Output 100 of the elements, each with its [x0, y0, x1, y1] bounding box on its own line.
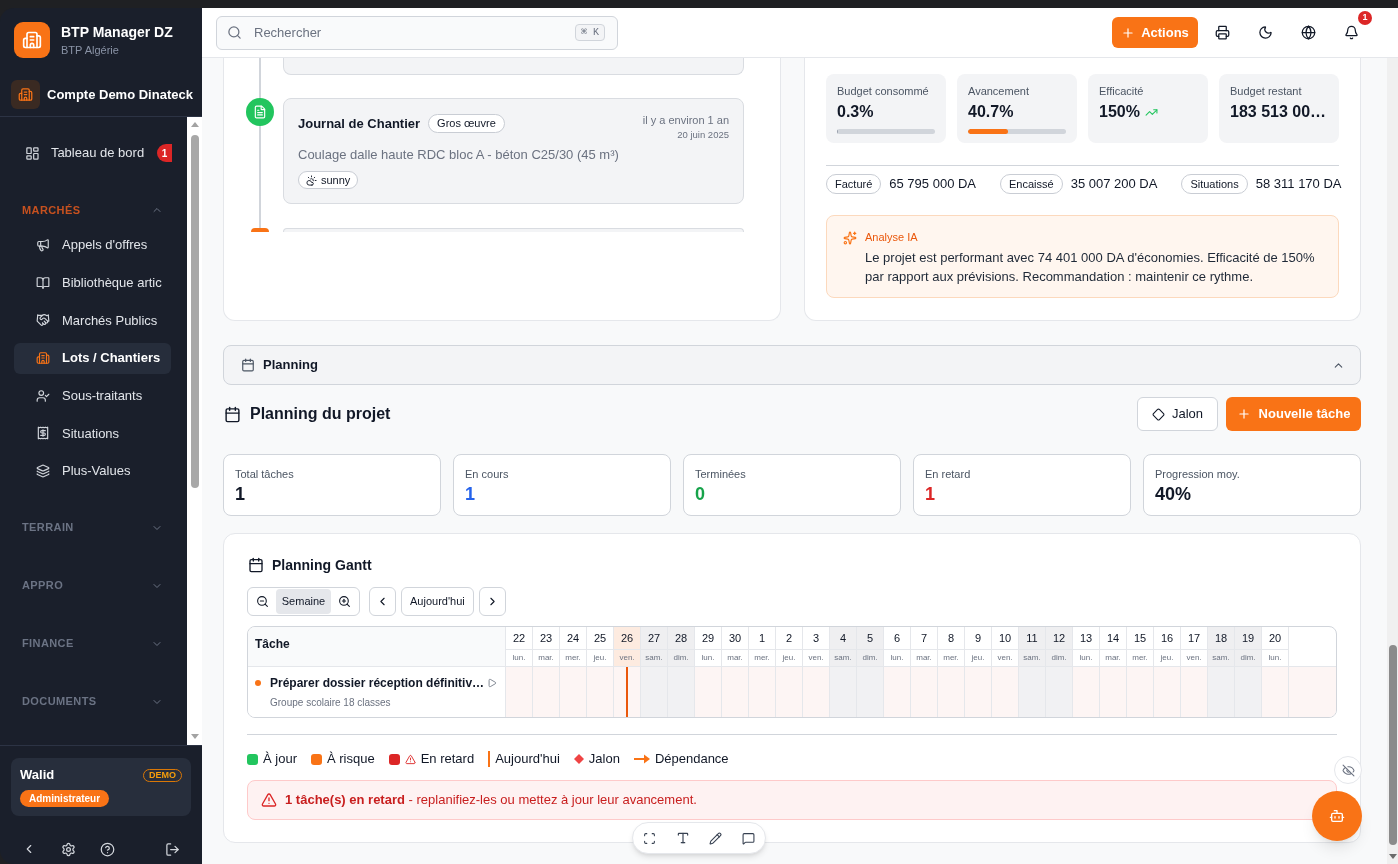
weekday-label: dim. [1235, 649, 1261, 666]
metric-value: 0.3% [837, 102, 874, 122]
zoom-out-icon [256, 595, 269, 608]
layers-icon [36, 464, 50, 479]
stat-value: 1 [465, 483, 476, 505]
day-number: 4 [830, 627, 856, 649]
amount-value: 65 795 000 DA [889, 175, 977, 194]
user-check-icon [36, 388, 50, 403]
sparkles-icon [843, 231, 857, 245]
scrollbar[interactable] [1387, 58, 1398, 864]
calendar-icon [224, 405, 241, 423]
task-name: Préparer dossier réception définitiv… [270, 675, 485, 692]
metric-value: 150% [1099, 102, 1140, 122]
weekday-label: sam. [1019, 649, 1045, 666]
legend-label: Aujourd'hui [495, 750, 560, 769]
relative-time: il y a environ 1 an [642, 113, 729, 127]
receipt-icon [36, 426, 50, 441]
metric-value: 40.7% [968, 102, 1014, 122]
metric-label: Avancement [968, 84, 1030, 98]
zoom-level-button[interactable]: Semaine [275, 589, 332, 614]
stat-label: En cours [465, 467, 510, 481]
scroll-down-arrow-icon [1388, 854, 1397, 859]
diamond-icon [1151, 407, 1165, 421]
printer-icon [1214, 25, 1230, 40]
weekday-label: sam. [1208, 649, 1234, 666]
warning-icon [404, 753, 416, 765]
legend-label: En retard [420, 750, 475, 769]
open-book-icon [36, 275, 50, 290]
weekday-label: dim. [857, 649, 883, 666]
stat-value: 40% [1155, 483, 1193, 505]
column-header: Tâche [248, 627, 506, 666]
nav-item[interactable]: Appels d'offres [14, 229, 171, 261]
building-logo-icon [14, 22, 50, 58]
task-project: Groupe scolaire 18 classes [270, 696, 392, 710]
milestone-button[interactable]: Jalon [1137, 397, 1218, 431]
plus-icon [1236, 407, 1251, 421]
metric-value: 183 513 00… [1230, 102, 1327, 122]
nav-item[interactable]: Lots / Chantiers [14, 342, 171, 374]
stat-label: En retard [925, 467, 972, 481]
comment-icon [742, 831, 755, 845]
section-header[interactable]: MARCHÉS [0, 198, 187, 222]
section-header[interactable]: Planning [223, 345, 1361, 385]
task-cell[interactable]: Préparer dossier réception définitiv… Groupe scolaire 18 classes [248, 667, 506, 717]
legend-label: Jalon [588, 750, 620, 769]
warning-icon [261, 792, 277, 808]
entry-title: Journal de Chantier [298, 114, 421, 133]
metric-label: Budget consommé [837, 84, 930, 98]
app-subtitle: BTP Algérie [61, 43, 120, 57]
stat-value: 1 [235, 483, 246, 505]
day-number: 12 [1046, 627, 1072, 649]
zoom-in-icon [338, 595, 351, 608]
help-icon [99, 841, 115, 857]
play-icon [487, 678, 497, 688]
settings-icon [60, 841, 76, 857]
nav-item[interactable]: Situations [14, 417, 171, 449]
day-number: 27 [641, 627, 667, 649]
day-number: 28 [668, 627, 694, 649]
bell-icon [1343, 25, 1359, 40]
scrollbar[interactable] [187, 117, 202, 745]
nav-item[interactable]: Marchés Publics [14, 304, 171, 336]
metric-label: Efficacité [1099, 84, 1145, 98]
day-number: 5 [857, 627, 883, 649]
pencil-icon [709, 831, 722, 845]
weekday-label: dim. [1046, 649, 1072, 666]
scan-icon [643, 831, 656, 845]
nav-item[interactable]: Sous-traitants [14, 380, 171, 412]
building-icon [11, 80, 40, 109]
moon-icon [1257, 25, 1273, 40]
plus-icon [1121, 25, 1136, 40]
megaphone-icon [36, 238, 50, 252]
role-badge: Administrateur [20, 790, 110, 807]
scrollbar-thumb[interactable] [190, 135, 199, 488]
calendar-icon [248, 557, 264, 573]
stat-value: 0 [695, 483, 706, 505]
legend-label: À jour [263, 750, 297, 769]
logout-icon [164, 841, 180, 857]
amount-value: 58 311 170 DA [1255, 175, 1342, 194]
eye-off-icon [1341, 763, 1355, 777]
user-name: Walid [20, 767, 55, 783]
notification-count: 1 [1358, 10, 1372, 25]
calendar-icon [241, 358, 255, 372]
today-button[interactable]: Aujourd'hui [401, 587, 474, 616]
stat-label: Progression moy. [1155, 467, 1241, 481]
stat-value: 1 [925, 483, 936, 505]
account-switcher[interactable]: Compte Demo Dinateck [11, 80, 202, 109]
weekday-label: sam. [641, 649, 667, 666]
robot-icon [1329, 808, 1345, 824]
scrollbar-thumb[interactable] [1388, 645, 1397, 845]
entry-description: Coulage dalle haute RDC bloc A - béton C25/30 (45 m³) [298, 146, 620, 164]
alert-message: 1 tâche(s) en retard - replanifiez-les ou mettez à jour leur avancement. [285, 791, 697, 810]
nav-item[interactable]: Plus-Values [14, 455, 171, 487]
dashboard-grid-icon [25, 145, 40, 161]
weekday-label: dim. [668, 649, 694, 666]
nav-item[interactable]: Bibliothèque artic [14, 267, 171, 299]
analysis-text: Le projet est performant avec 74 401 000 DA d'économies. Efficacité de 150% par rapport aux prévisions. Recommandation : maintenir ce rythme. [865, 249, 1316, 286]
app-name: BTP Manager DZ [61, 23, 173, 41]
gantt-title: Planning Gantt [272, 555, 372, 575]
legend-label: Dépendance [654, 750, 729, 769]
planning-title: Planning du projet [250, 404, 391, 424]
nav-item[interactable]: Tableau de bord 1 [0, 135, 172, 171]
